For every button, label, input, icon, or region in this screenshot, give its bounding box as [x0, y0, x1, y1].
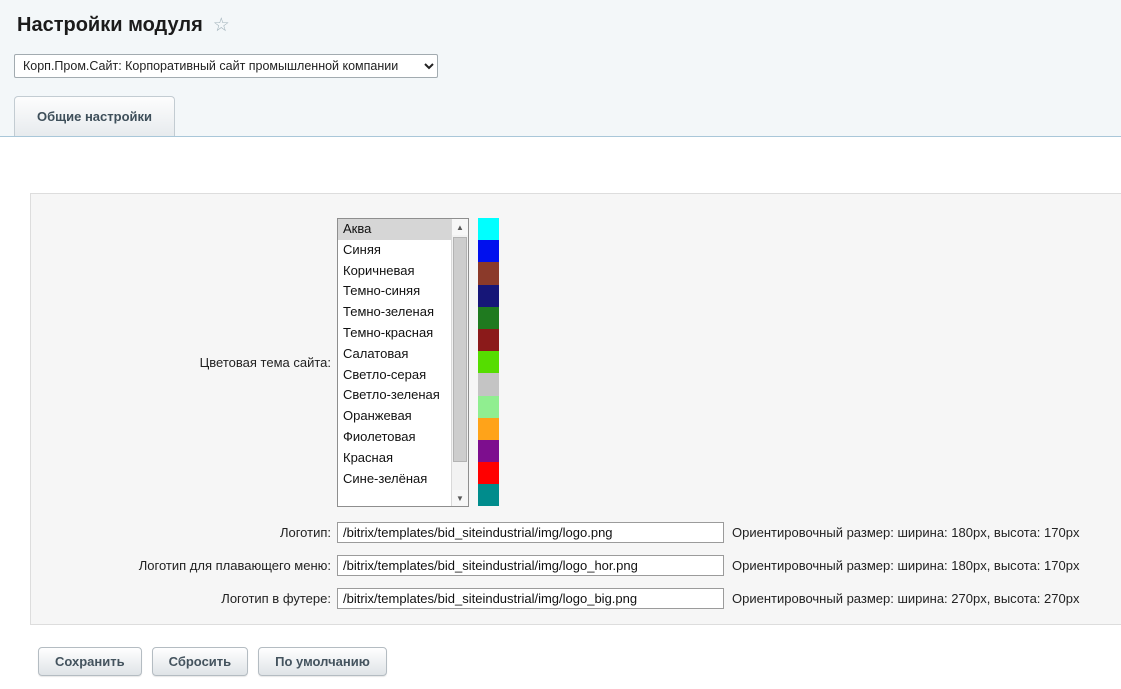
- scrollbar-thumb[interactable]: [453, 237, 467, 462]
- scroll-down-icon[interactable]: ▼: [452, 490, 468, 506]
- settings-form: Цветовая тема сайта: Аква Синяя Коричнев…: [30, 193, 1121, 625]
- favorite-star-icon[interactable]: ☆: [213, 16, 230, 35]
- theme-option[interactable]: Фиолетовая: [338, 427, 451, 448]
- theme-option[interactable]: Сине-зелёная: [338, 469, 451, 490]
- theme-option[interactable]: Оранжевая: [338, 406, 451, 427]
- theme-color-swatch: [478, 262, 499, 284]
- page-header: Настройки модуля ☆ Корп.Пром.Сайт: Корпо…: [0, 0, 1121, 137]
- theme-option[interactable]: Коричневая: [338, 261, 451, 282]
- logo-footer-label: Логотип в футере:: [31, 591, 337, 606]
- reset-button[interactable]: Сбросить: [152, 647, 249, 676]
- theme-color-swatch: [478, 329, 499, 351]
- theme-option[interactable]: Темно-красная: [338, 323, 451, 344]
- logo-footer-input[interactable]: [337, 588, 724, 609]
- theme-label: Цветовая тема сайта:: [31, 355, 337, 370]
- tab-bar: Общие настройки: [0, 96, 1121, 137]
- theme-option[interactable]: Светло-зеленая: [338, 385, 451, 406]
- logo-floating-menu-label: Логотип для плавающего меню:: [31, 558, 337, 573]
- theme-color-swatches: [478, 218, 499, 506]
- logo-floating-menu-input[interactable]: [337, 555, 724, 576]
- logo-size-hint: Ориентировочный размер: ширина: 180px, в…: [732, 525, 1079, 540]
- page-title: Настройки модуля: [17, 14, 203, 37]
- logo-footer-size-hint: Ориентировочный размер: ширина: 270px, в…: [732, 591, 1079, 606]
- theme-option[interactable]: Красная: [338, 448, 451, 469]
- theme-color-swatch: [478, 418, 499, 440]
- theme-color-swatch: [478, 218, 499, 240]
- theme-color-swatch: [478, 351, 499, 373]
- theme-option[interactable]: Светло-серая: [338, 365, 451, 386]
- theme-listbox[interactable]: Аква Синяя Коричневая Темно-синяя Темно-…: [337, 218, 469, 507]
- theme-option[interactable]: Темно-зеленая: [338, 302, 451, 323]
- tab-general-settings[interactable]: Общие настройки: [14, 96, 175, 136]
- form-buttons: Сохранить Сбросить По умолчанию: [38, 647, 1121, 676]
- logo-row: Логотип: Ориентировочный размер: ширина:…: [31, 522, 1121, 543]
- theme-row: Цветовая тема сайта: Аква Синяя Коричнев…: [31, 218, 1121, 507]
- theme-color-swatch: [478, 240, 499, 262]
- logo-floating-menu-size-hint: Ориентировочный размер: ширина: 180px, в…: [732, 558, 1079, 573]
- scroll-up-icon[interactable]: ▲: [452, 219, 468, 235]
- theme-option[interactable]: Темно-синяя: [338, 281, 451, 302]
- module-select[interactable]: Корп.Пром.Сайт: Корпоративный сайт промы…: [14, 54, 438, 78]
- theme-color-swatch: [478, 285, 499, 307]
- theme-option[interactable]: Салатовая: [338, 344, 451, 365]
- theme-color-swatch: [478, 307, 499, 329]
- default-button[interactable]: По умолчанию: [258, 647, 387, 676]
- logo-footer-row: Логотип в футере: Ориентировочный размер…: [31, 588, 1121, 609]
- settings-content: Цветовая тема сайта: Аква Синяя Коричнев…: [0, 193, 1121, 676]
- theme-color-swatch: [478, 440, 499, 462]
- theme-color-swatch: [478, 484, 499, 506]
- theme-option[interactable]: Аква: [338, 219, 451, 240]
- logo-input[interactable]: [337, 522, 724, 543]
- save-button[interactable]: Сохранить: [38, 647, 142, 676]
- theme-color-swatch: [478, 373, 499, 395]
- theme-color-swatch: [478, 396, 499, 418]
- theme-color-swatch: [478, 462, 499, 484]
- theme-option[interactable]: Синяя: [338, 240, 451, 261]
- logo-label: Логотип:: [31, 525, 337, 540]
- logo-floating-menu-row: Логотип для плавающего меню: Ориентирово…: [31, 555, 1121, 576]
- listbox-scrollbar[interactable]: ▲ ▼: [451, 219, 468, 506]
